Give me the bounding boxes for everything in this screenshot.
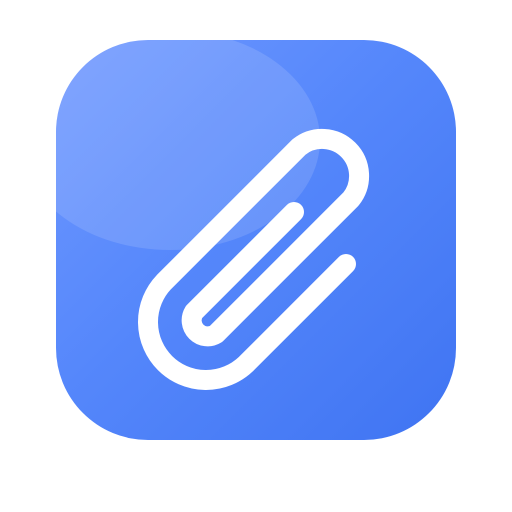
icon-canvas bbox=[0, 0, 512, 512]
app-icon-tile[interactable] bbox=[0, 0, 512, 512]
